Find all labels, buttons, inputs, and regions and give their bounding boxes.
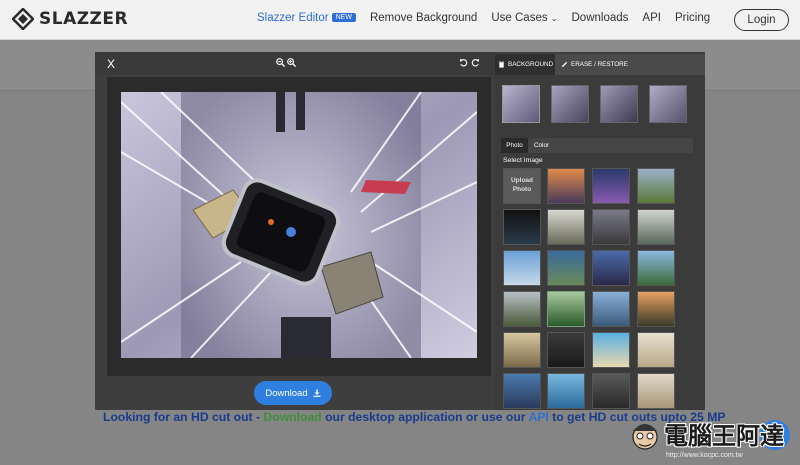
trash-icon xyxy=(498,61,505,68)
select-image-label: Select Image xyxy=(503,157,543,164)
nav-slazzer-editor[interactable]: Slazzer Editor NEW xyxy=(257,12,356,24)
bg-option-lake[interactable] xyxy=(547,250,585,286)
close-button[interactable]: X xyxy=(107,57,115,71)
nav-remove-background[interactable]: Remove Background xyxy=(370,12,477,24)
new-badge: NEW xyxy=(331,13,356,22)
upload-label-line1: Upload xyxy=(510,177,534,185)
promo-part2: our desktop application or use our xyxy=(321,410,529,424)
bg-option-mountains[interactable] xyxy=(637,168,675,204)
bg-option-ocean[interactable] xyxy=(547,373,585,409)
top-navbar: SLAZZER Slazzer Editor NEW Remove Backgro… xyxy=(0,0,800,40)
nav-pricing[interactable]: Pricing xyxy=(675,12,710,24)
bg-option-misty-trees[interactable] xyxy=(637,209,675,245)
brand-logo[interactable]: SLAZZER xyxy=(12,8,128,30)
bg-option-cliffs[interactable] xyxy=(503,291,541,327)
tab-erase-restore[interactable]: ERASE / RESTORE xyxy=(555,54,705,75)
nav-editor-label: Slazzer Editor xyxy=(257,12,329,24)
bg-option-foggy-forest[interactable] xyxy=(547,209,585,245)
promo-api-link[interactable]: API xyxy=(528,410,548,424)
background-image-grid: Upload Photo xyxy=(503,168,679,409)
promo-download-link[interactable]: Download xyxy=(263,410,321,424)
recent-bg-2[interactable] xyxy=(551,85,589,123)
brush-icon xyxy=(561,61,568,68)
brand-name: SLAZZER xyxy=(39,9,129,29)
photo-watch-in-elevator xyxy=(121,92,477,358)
promo-part1: Looking for an HD cut out - xyxy=(103,410,264,424)
zoom-in-icon[interactable] xyxy=(287,58,296,67)
bg-option-sunset-city[interactable] xyxy=(547,168,585,204)
nav-downloads[interactable]: Downloads xyxy=(572,12,629,24)
download-icon xyxy=(313,389,321,397)
subtab-photo[interactable]: Photo xyxy=(501,138,528,153)
mascot-logo-icon xyxy=(632,423,658,450)
subtab-color[interactable]: Color xyxy=(534,138,549,153)
upload-label-line2: Photo xyxy=(512,186,532,193)
undo-icon[interactable] xyxy=(459,58,468,67)
editor-toolbar: X xyxy=(95,52,495,75)
bg-option-green-field[interactable] xyxy=(547,291,585,327)
recent-bg-1[interactable] xyxy=(502,85,540,123)
redo-icon[interactable] xyxy=(471,58,480,67)
bg-option-city-row[interactable] xyxy=(503,373,541,409)
main-nav: Slazzer Editor NEW Remove Background Use … xyxy=(257,12,724,24)
bg-option-night-city[interactable] xyxy=(592,168,630,204)
watermark-text: 電腦王阿達 xyxy=(664,422,784,450)
site-watermark: 電腦王阿達 xyxy=(630,416,784,451)
bg-option-road[interactable] xyxy=(503,332,541,368)
nav-api[interactable]: API xyxy=(642,12,661,24)
bg-option-alley[interactable] xyxy=(592,373,630,409)
editor-modal: X BACKGROUND ERASE / RESTORE Download Ph… xyxy=(95,52,705,410)
nav-use-cases-label: Use Cases xyxy=(491,12,548,24)
nav-use-cases[interactable]: Use Cases ⌄ xyxy=(491,12,557,24)
bg-option-dark-stage[interactable] xyxy=(503,209,541,245)
bg-option-skyline[interactable] xyxy=(592,250,630,286)
background-type-tabs: Photo Color xyxy=(501,138,693,153)
zoom-controls xyxy=(276,58,296,67)
history-controls xyxy=(459,58,480,67)
download-button[interactable]: Download xyxy=(254,381,332,405)
tab-background-label: BACKGROUND xyxy=(508,61,554,68)
bg-option-street[interactable] xyxy=(592,209,630,245)
caret-down-icon: ⌄ xyxy=(550,14,558,23)
recent-bg-4[interactable] xyxy=(649,85,687,123)
bg-option-palms[interactable] xyxy=(637,250,675,286)
recent-bg-3[interactable] xyxy=(600,85,638,123)
recent-backgrounds xyxy=(502,85,687,123)
bg-option-bright-beach[interactable] xyxy=(637,332,675,368)
tab-erase-restore-label: ERASE / RESTORE xyxy=(571,61,628,68)
bg-option-sunset-palms[interactable] xyxy=(637,291,675,327)
background-panel: Photo Color Select Image Upload Photo xyxy=(495,75,705,410)
upload-photo-button[interactable]: Upload Photo xyxy=(503,168,541,204)
bg-option-sand[interactable] xyxy=(637,373,675,409)
bg-option-sky[interactable] xyxy=(503,250,541,286)
editor-canvas xyxy=(107,77,491,376)
download-label: Download xyxy=(265,387,308,399)
login-button[interactable]: Login xyxy=(734,9,789,31)
tab-background[interactable]: BACKGROUND xyxy=(495,54,555,75)
bg-option-beach[interactable] xyxy=(592,332,630,368)
slazzer-logo-icon xyxy=(12,8,34,30)
bg-option-dark-room[interactable] xyxy=(547,332,585,368)
bg-option-bay[interactable] xyxy=(592,291,630,327)
edited-photo[interactable] xyxy=(121,92,477,358)
watermark-url: http://www.kocpc.com.tw xyxy=(666,452,743,459)
zoom-out-icon[interactable] xyxy=(276,58,285,67)
